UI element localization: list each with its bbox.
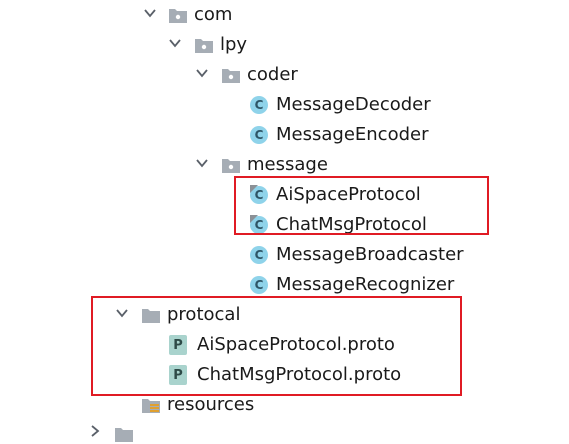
tree-node-label: MessageBroadcaster [276,244,464,265]
folder-icon [115,428,133,442]
chevron-down-icon[interactable] [168,36,182,50]
tree-node-class[interactable]: C MessageDecoder [250,90,431,120]
resources-folder-icon [142,399,160,413]
highlight-box [234,176,489,235]
tree-node-label: MessageEncoder [276,124,429,145]
class-icon-letter: C [254,248,264,262]
class-icon-letter: C [254,278,264,292]
highlight-box [91,296,462,396]
package-folder-icon [222,69,240,83]
class-icon: C [250,96,268,114]
chevron-down-icon[interactable] [195,66,209,80]
class-icon: C [250,276,268,294]
class-icon: C [250,246,268,264]
tree-node-label: MessageDecoder [276,94,431,115]
class-icon-letter: C [254,128,264,142]
tree-node-com[interactable]: com [168,0,232,30]
tree-node-class[interactable]: C MessageBroadcaster [250,240,464,270]
tree-node-class[interactable]: C MessageEncoder [250,120,428,150]
class-icon: C [250,126,268,144]
tree-node-coder[interactable]: coder [221,60,298,90]
tree-node-label: lpy [220,34,248,55]
class-icon-letter: C [254,98,264,112]
package-folder-icon [169,9,187,23]
chevron-right-icon[interactable] [88,424,102,438]
tree-node-label: coder [247,64,298,85]
chevron-down-icon[interactable] [195,156,209,170]
tree-node-lpy[interactable]: lpy [194,30,247,60]
tree-node-label: com [194,4,233,25]
project-tree: com lpy coder C MessageDecoder C Message… [0,0,569,442]
package-folder-icon [195,39,213,53]
chevron-down-icon[interactable] [143,6,157,20]
package-folder-icon [222,159,240,173]
